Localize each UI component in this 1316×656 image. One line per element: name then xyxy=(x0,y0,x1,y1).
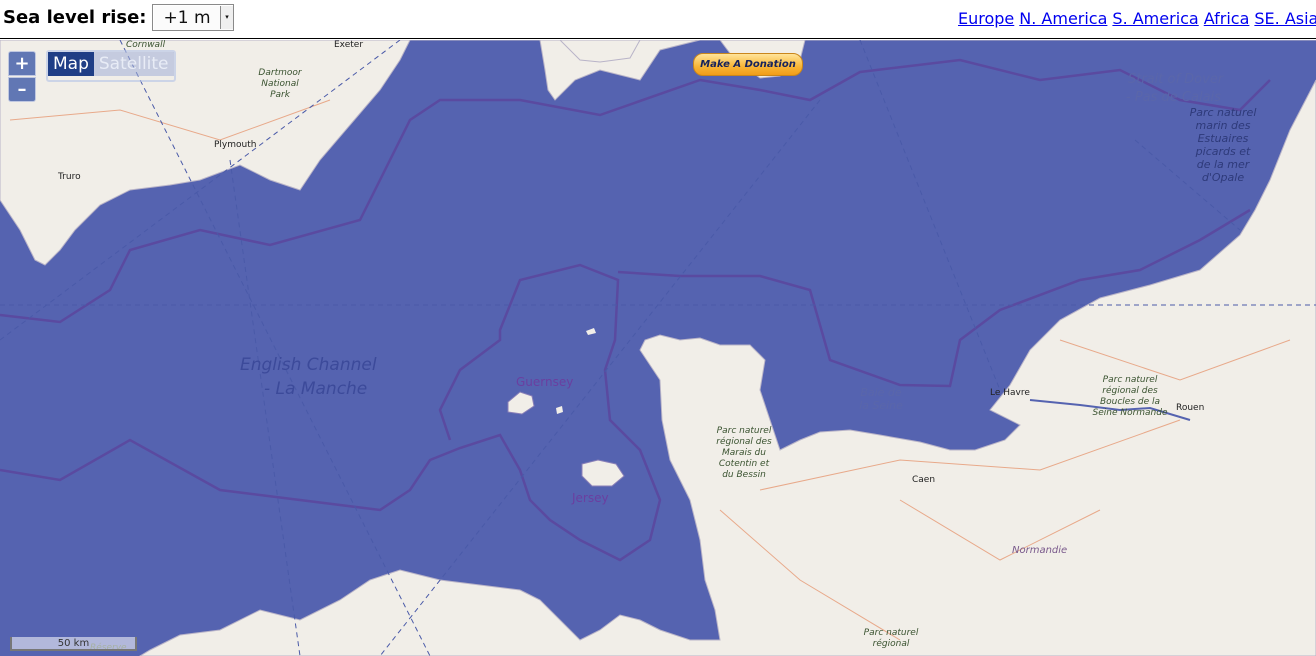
map-type-toggle: Map Satellite xyxy=(46,50,176,82)
label-pas-de-calais: - Pas de Calais xyxy=(1126,90,1221,105)
label-plymouth: Plymouth xyxy=(214,140,257,150)
region-link-europe[interactable]: Europe xyxy=(958,9,1014,28)
zoom-in-button[interactable]: + xyxy=(8,51,36,76)
sea-level-value: +1 m xyxy=(163,8,211,28)
label-parc-boucles: Parc naturel régional des Boucles de la … xyxy=(1092,375,1168,418)
label-cornwall: Cornwall xyxy=(126,40,166,50)
label-baie-de-la-seine: Baie de la Seine xyxy=(859,386,903,412)
label-english-channel: English Channel xyxy=(240,355,377,375)
top-toolbar: Sea level rise: +1 m ▾ Europe N. America S… xyxy=(0,0,1316,39)
label-truro: Truro xyxy=(58,172,81,182)
label-guernsey: Guernsey xyxy=(516,375,574,389)
region-link-africa[interactable]: Africa xyxy=(1204,9,1250,28)
region-link-north-america[interactable]: N. America xyxy=(1019,9,1107,28)
label-rouen: Rouen xyxy=(1176,403,1205,413)
donate-button[interactable]: Make A Donation xyxy=(693,53,803,76)
label-exeter: Exeter xyxy=(334,40,364,50)
region-link-se-asia[interactable]: SE. Asia xyxy=(1254,9,1316,28)
region-link-south-america[interactable]: S. America xyxy=(1112,9,1198,28)
label-parc-cotentin: Parc naturel régional des Marais du Cote… xyxy=(716,426,772,480)
region-links: Europe N. America S. America Africa SE. Asia xyxy=(958,9,1316,28)
map-type-map-button[interactable]: Map xyxy=(48,52,94,76)
scale-bar: 50 km xyxy=(10,637,137,651)
label-le-havre: Le Havre xyxy=(990,388,1030,398)
label-jersey: Jersey xyxy=(572,491,609,505)
label-parc-marin: Parc naturel marin des Estuaires picards… xyxy=(1189,106,1257,184)
zoom-out-button[interactable]: – xyxy=(8,77,36,102)
label-parc-bottom: Parc naturel régional xyxy=(863,628,919,649)
label-normandie: Normandie xyxy=(1012,545,1068,556)
map-drawing xyxy=(0,40,1316,656)
label-la-manche: - La Manche xyxy=(264,379,368,399)
sea-level-label: Sea level rise: xyxy=(3,7,147,28)
label-caen: Caen xyxy=(912,475,936,485)
map-type-satellite-button[interactable]: Satellite xyxy=(93,52,174,76)
chevron-down-icon[interactable]: ▾ xyxy=(220,6,233,29)
map-canvas[interactable]: + – Map Satellite Make A Donation Englis… xyxy=(0,40,1316,656)
label-strait-of-dover: Strait of Dover xyxy=(1128,72,1224,87)
sea-level-select[interactable]: +1 m ▾ xyxy=(152,4,234,31)
label-dartmoor: Dartmoor National Park xyxy=(258,68,302,100)
